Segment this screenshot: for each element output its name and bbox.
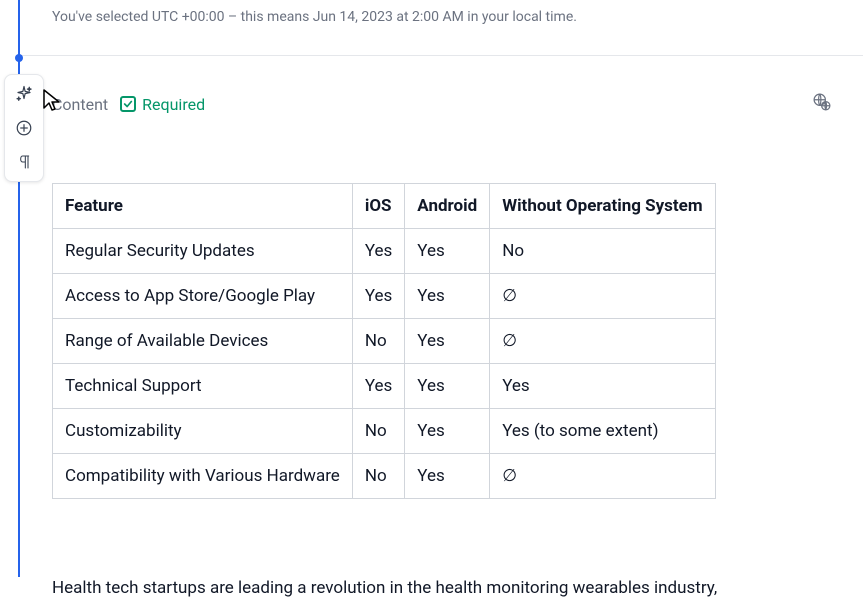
table-header[interactable]: Android [405,184,490,229]
table-cell[interactable]: Compatibility with Various Hardware [53,454,353,499]
localization-icon[interactable] [813,93,831,115]
timezone-info-text: You've selected UTC +00:00 – this means … [52,9,577,25]
table-cell[interactable]: Yes [352,229,404,274]
table-row: Range of Available Devices No Yes ∅ [53,319,716,364]
floating-toolbar [4,74,44,182]
table-cell[interactable]: ∅ [490,274,715,319]
table-cell[interactable]: Access to App Store/Google Play [53,274,353,319]
table-cell[interactable]: Yes [405,364,490,409]
table-header-row: Feature iOS Android Without Operating Sy… [53,184,716,229]
paragraph-icon[interactable] [12,150,36,174]
table-header[interactable]: iOS [352,184,404,229]
add-block-icon[interactable] [12,116,36,140]
table-cell[interactable]: No [352,454,404,499]
table-cell[interactable]: Range of Available Devices [53,319,353,364]
comparison-table[interactable]: Feature iOS Android Without Operating Sy… [52,183,716,499]
table-row: Customizability No Yes Yes (to some exte… [53,409,716,454]
table-cell[interactable]: No [352,409,404,454]
table-cell[interactable]: Yes [352,364,404,409]
table-cell[interactable]: ∅ [490,319,715,364]
body-paragraph[interactable]: Health tech startups are leading a revol… [20,576,863,602]
table-row: Compatibility with Various Hardware No Y… [53,454,716,499]
table-cell[interactable]: No [490,229,715,274]
table-row: Technical Support Yes Yes Yes [53,364,716,409]
table-cell[interactable]: Yes [405,454,490,499]
required-label: Required [142,95,205,114]
table-cell[interactable]: Yes [490,364,715,409]
content-type-label: Content [52,95,108,114]
table-cell[interactable]: Regular Security Updates [53,229,353,274]
table-cell[interactable]: Technical Support [53,364,353,409]
table-cell[interactable]: Customizability [53,409,353,454]
editor-content: You've selected UTC +00:00 – this means … [20,0,863,577]
ai-sparkles-icon[interactable] [12,82,36,106]
block-header: Content Required [20,93,863,115]
table-cell[interactable]: Yes [405,409,490,454]
table-cell[interactable]: Yes [352,274,404,319]
checkbox-checked-icon [120,96,136,112]
table-cell[interactable]: ∅ [490,454,715,499]
table-cell[interactable]: Yes [405,274,490,319]
required-badge[interactable]: Required [120,95,205,114]
table-header[interactable]: Feature [53,184,353,229]
table-container: Feature iOS Android Without Operating Sy… [20,183,863,499]
table-cell[interactable]: Yes [405,229,490,274]
table-cell[interactable]: Yes [405,319,490,364]
table-row: Regular Security Updates Yes Yes No [53,229,716,274]
table-header[interactable]: Without Operating System [490,184,715,229]
block-header-left: Content Required [52,95,205,114]
timezone-info-box: You've selected UTC +00:00 – this means … [20,0,863,56]
table-cell[interactable]: No [352,319,404,364]
table-cell[interactable]: Yes (to some extent) [490,409,715,454]
table-row: Access to App Store/Google Play Yes Yes … [53,274,716,319]
active-block-dot [15,54,23,62]
